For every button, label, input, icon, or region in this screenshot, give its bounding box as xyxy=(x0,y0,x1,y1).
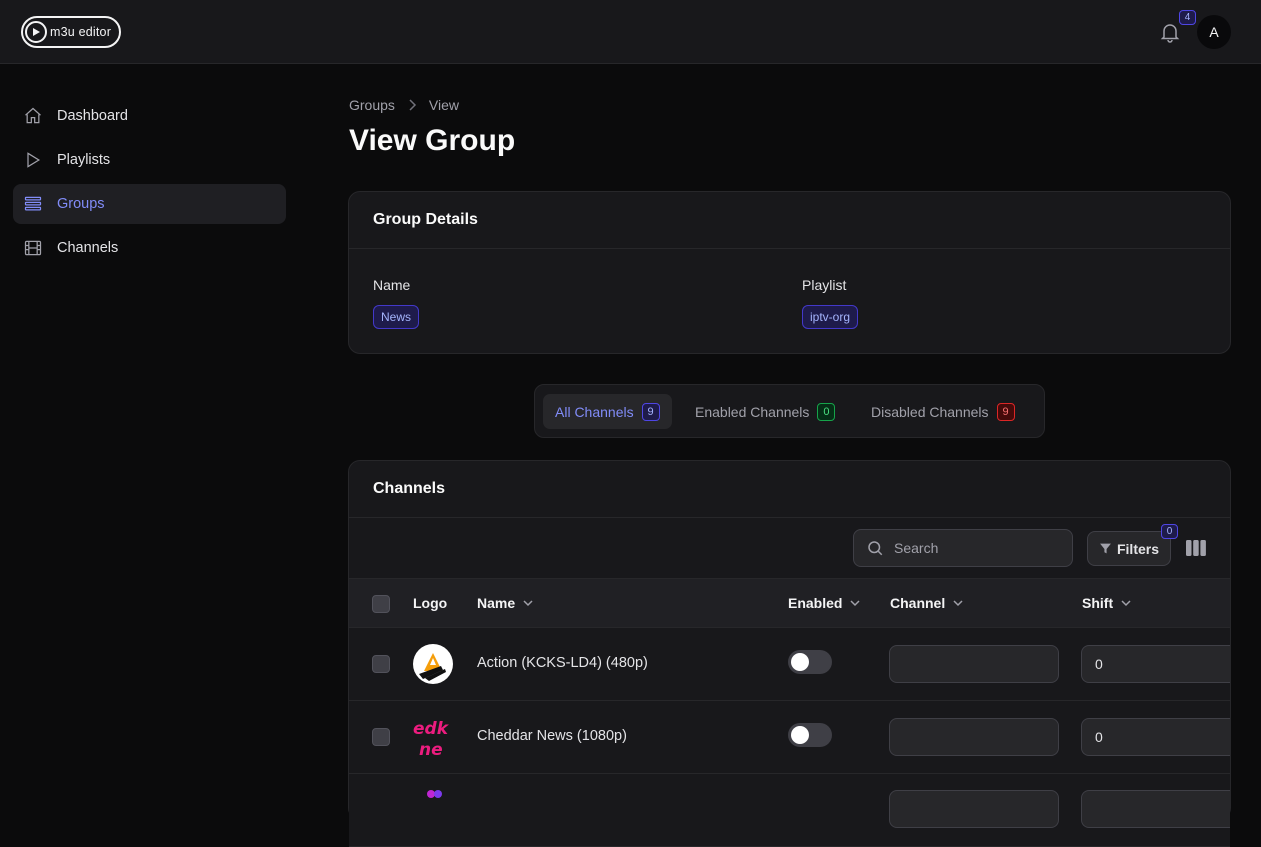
enabled-toggle[interactable] xyxy=(788,650,832,674)
svg-text:ne: ne xyxy=(419,740,443,757)
select-all-checkbox[interactable] xyxy=(372,595,390,613)
channel-number-input[interactable] xyxy=(889,718,1059,756)
film-icon xyxy=(24,240,42,256)
search-icon xyxy=(868,541,883,556)
sidebar-item-channels[interactable]: Channels xyxy=(13,228,286,268)
avatar[interactable]: A xyxy=(1197,15,1231,49)
search-input[interactable] xyxy=(894,540,1054,556)
tab-enabled-channels[interactable]: Enabled Channels 0 xyxy=(683,394,847,429)
group-name-badge: News xyxy=(373,305,420,329)
play-logo-icon xyxy=(25,21,47,43)
sidebar-item-label: Dashboard xyxy=(57,108,128,124)
tab-label: Enabled Channels xyxy=(695,403,810,420)
shift-input[interactable]: 0 xyxy=(1081,718,1230,756)
table-header: Logo Name Enabled Channel Shift xyxy=(349,578,1230,628)
channel-number-input[interactable] xyxy=(889,790,1059,828)
table-row xyxy=(349,774,1230,847)
channel-name: Cheddar News (1080p) xyxy=(477,728,627,744)
shift-input[interactable] xyxy=(1081,790,1230,828)
tab-label: Disabled Channels xyxy=(871,403,989,420)
group-details-heading: Group Details xyxy=(349,192,1230,249)
tab-disabled-channels[interactable]: Disabled Channels 9 xyxy=(859,394,1027,429)
column-header-name[interactable]: Name xyxy=(477,595,533,611)
play-icon xyxy=(27,152,41,168)
column-label: Enabled xyxy=(788,595,843,611)
chevron-right-icon xyxy=(409,99,416,111)
column-label: Logo xyxy=(413,595,448,611)
shift-input[interactable]: 0 xyxy=(1081,645,1230,683)
column-label: Channel xyxy=(890,595,946,611)
sidebar-item-playlists[interactable]: Playlists xyxy=(13,140,286,180)
column-header-shift[interactable]: Shift xyxy=(1082,595,1131,611)
sidebar-item-groups[interactable]: Groups xyxy=(13,184,286,224)
channel-number-input[interactable] xyxy=(889,645,1059,683)
chevron-down-icon xyxy=(1121,600,1131,607)
sidebar-item-label: Playlists xyxy=(57,152,111,168)
action-logo-icon xyxy=(413,644,453,684)
columns-toggle-icon[interactable] xyxy=(1186,540,1206,556)
tab-count-badge: 9 xyxy=(996,402,1015,421)
column-header-channel[interactable]: Channel xyxy=(890,595,963,611)
home-icon xyxy=(25,107,41,124)
filters-button[interactable]: Filters xyxy=(1087,531,1171,566)
name-label: Name xyxy=(373,277,411,293)
playlist-badge[interactable]: iptv-org xyxy=(802,305,859,329)
bell-icon[interactable] xyxy=(1158,20,1182,44)
chevron-down-icon xyxy=(953,600,963,607)
breadcrumb-current: View xyxy=(428,97,460,113)
list-icon xyxy=(24,196,42,211)
channel-filter-tabs: All Channels 9 Enabled Channels 0 Disabl… xyxy=(534,384,1045,438)
search-field[interactable] xyxy=(853,529,1073,567)
row-checkbox[interactable] xyxy=(372,728,390,746)
channels-heading: Channels xyxy=(349,461,1230,518)
column-label: Shift xyxy=(1082,595,1114,611)
top-bar: m3u editor 4 A xyxy=(0,0,1261,64)
column-label: Name xyxy=(477,595,516,611)
sidebar: Dashboard Playlists Groups Channels xyxy=(0,65,300,795)
tab-count-badge: 0 xyxy=(817,402,836,421)
table-row: edk ne Cheddar News (1080p) 0 xyxy=(349,701,1230,774)
tab-all-channels[interactable]: All Channels 9 xyxy=(543,394,672,429)
breadcrumb: Groups View xyxy=(349,97,459,113)
chevron-down-icon xyxy=(850,600,860,607)
channel-logo-icon xyxy=(413,788,453,828)
column-header-logo: Logo xyxy=(413,595,447,611)
app-logo[interactable]: m3u editor xyxy=(21,16,121,48)
playlist-label: Playlist xyxy=(802,277,847,293)
filters-count-badge: 0 xyxy=(1161,524,1178,539)
channel-name: Action (KCKS-LD4) (480p) xyxy=(477,655,648,671)
tab-label: All Channels xyxy=(555,403,634,420)
tab-count-badge: 9 xyxy=(641,402,660,421)
column-header-enabled[interactable]: Enabled xyxy=(788,595,860,611)
notification-count-badge: 4 xyxy=(1179,10,1196,25)
page-title: View Group xyxy=(349,124,516,157)
filters-label: Filters xyxy=(1116,540,1159,557)
svg-text:edk: edk xyxy=(413,719,450,739)
filter-icon xyxy=(1100,543,1111,554)
cheddar-logo-icon: edk ne xyxy=(413,717,453,757)
sidebar-item-dashboard[interactable]: Dashboard xyxy=(13,96,286,136)
chevron-down-icon xyxy=(523,600,533,607)
row-checkbox[interactable] xyxy=(372,655,390,673)
sidebar-item-label: Groups xyxy=(57,196,105,212)
enabled-toggle[interactable] xyxy=(788,723,832,747)
table-row: Action (KCKS-LD4) (480p) 0 xyxy=(349,628,1230,701)
breadcrumb-parent-link[interactable]: Groups xyxy=(349,97,395,113)
group-details-card: Group Details Name News Playlist iptv-or… xyxy=(348,191,1231,354)
logo-text: m3u editor xyxy=(50,25,112,39)
sidebar-item-label: Channels xyxy=(57,240,119,256)
